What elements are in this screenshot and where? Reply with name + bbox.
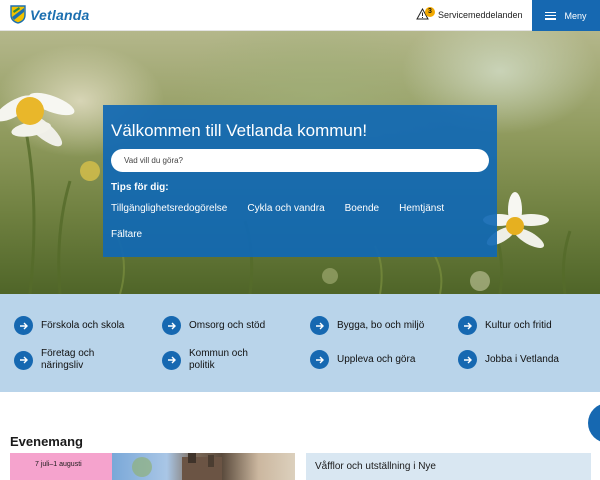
arrow-right-icon [162, 350, 181, 370]
search-input[interactable] [111, 149, 489, 172]
quick-link-label: Förskola och skola [41, 319, 125, 331]
menu-label: Meny [564, 10, 587, 21]
service-messages-label: Servicemeddelanden [438, 10, 523, 20]
hero-banner: Välkommen till Vetlanda kommun! Tips för… [0, 31, 600, 294]
quick-link[interactable]: Förskola och skola [14, 316, 124, 335]
quick-link[interactable]: Kultur och fritid [458, 316, 552, 335]
tip-link[interactable]: Hemtjänst [399, 201, 444, 227]
quick-link[interactable]: Jobba i Vetlanda [458, 350, 559, 369]
events-heading: Evenemang [10, 434, 83, 449]
site-header: Vetlanda 3 Servicemeddelanden Meny [0, 0, 600, 31]
quick-link[interactable]: Kommun och politik [162, 348, 264, 372]
arrow-right-icon [310, 316, 329, 335]
quick-link[interactable]: Omsorg och stöd [162, 316, 265, 335]
event-title: Våfflor och utställning i Nye [315, 461, 436, 472]
event-date: 7 juli–1 augusti [35, 461, 82, 468]
tip-link[interactable]: Cykla och vandra [247, 201, 324, 227]
tips-list: Tillgänglighetsredogörelse Cykla och van… [111, 201, 489, 253]
quick-link-label: Kultur och fritid [485, 319, 552, 331]
tip-link[interactable]: Tillgänglighetsredogörelse [111, 201, 227, 227]
arrow-right-icon [310, 350, 329, 369]
service-messages-link[interactable]: 3 Servicemeddelanden [416, 7, 523, 22]
vetlanda-shield-icon [10, 5, 26, 24]
event-image[interactable] [112, 453, 295, 480]
quick-link-label: Omsorg och stöd [189, 319, 266, 331]
warning-icon: 3 [416, 7, 435, 22]
quick-link-label: Kommun och politik [189, 348, 248, 371]
logo[interactable]: Vetlanda [10, 5, 89, 24]
quick-link-label: Bygga, bo och miljö [337, 319, 425, 331]
hamburger-icon [545, 11, 557, 20]
quick-link[interactable]: Bygga, bo och miljö [310, 316, 424, 335]
arrow-right-icon [458, 350, 477, 369]
event-date-card[interactable]: 7 juli–1 augusti [10, 453, 112, 480]
page-title: Välkommen till Vetlanda kommun! [111, 121, 368, 140]
tips-title: Tips för dig: [111, 182, 169, 193]
chat-widget-button[interactable] [588, 403, 600, 443]
arrow-right-icon [14, 350, 33, 370]
welcome-box: Välkommen till Vetlanda kommun! Tips för… [103, 105, 497, 257]
quick-link-label: Jobba i Vetlanda [485, 353, 559, 365]
tip-link[interactable]: Boende [345, 201, 379, 227]
arrow-right-icon [162, 316, 181, 335]
quick-link-label: Uppleva och göra [337, 353, 416, 365]
logo-text: Vetlanda [30, 6, 90, 23]
quick-links: Förskola och skola Omsorg och stöd Bygga… [0, 294, 600, 392]
quick-link[interactable]: Uppleva och göra [310, 350, 415, 369]
service-count-badge: 3 [425, 7, 435, 17]
quick-link-label: Företag och näringsliv [41, 348, 95, 371]
menu-button[interactable]: Meny [532, 0, 600, 31]
tip-link[interactable]: Fältare [111, 227, 142, 253]
event-card[interactable]: Våfflor och utställning i Nye [306, 453, 591, 480]
quick-link[interactable]: Företag och näringsliv [14, 348, 111, 372]
arrow-right-icon [458, 316, 477, 335]
arrow-right-icon [14, 316, 33, 335]
